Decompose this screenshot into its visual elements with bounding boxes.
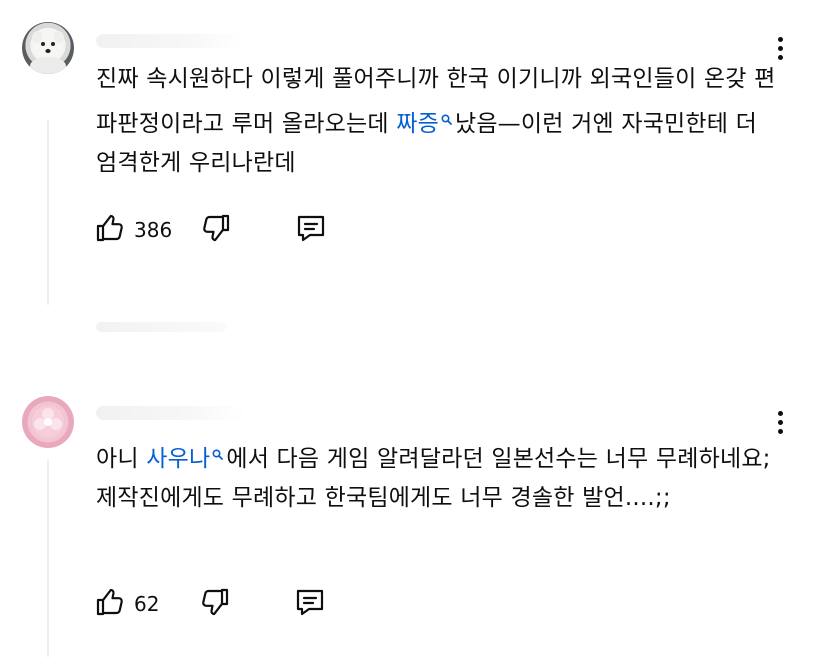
comment-text-part: 아니: [96, 446, 147, 472]
dislike-button[interactable]: [200, 212, 232, 248]
reply-button[interactable]: [294, 211, 328, 249]
comment-reply-icon: [293, 585, 327, 623]
more-vert-icon: [777, 410, 783, 434]
avatar[interactable]: [22, 396, 74, 448]
more-options-button[interactable]: [770, 407, 790, 437]
thumbs-down-icon: [200, 212, 232, 248]
more-vert-icon: [777, 36, 783, 60]
comment-text: 진짜 속시원하다 이렇게 풀어주니까 한국 이기니까 외국인들이 온갖 편파판정…: [96, 60, 776, 183]
thumbs-up-icon: [94, 212, 126, 248]
thumbs-down-icon: [199, 586, 231, 622]
dislike-button[interactable]: [199, 586, 231, 622]
comment-reply-icon: [294, 211, 328, 249]
thumbs-up-icon: [94, 586, 126, 622]
comment-actions: 62: [94, 584, 327, 624]
search-link[interactable]: 짜증: [396, 111, 455, 137]
thread-line: [47, 460, 49, 657]
search-link[interactable]: 사우나: [146, 446, 226, 472]
comment-1: 진짜 속시원하다 이렇게 풀어주니까 한국 이기니까 외국인들이 온갖 편파판정…: [0, 0, 828, 340]
replies-toggle-redacted: [96, 322, 226, 332]
search-lens-icon: [441, 99, 452, 138]
pink-flower-avatar-icon: [32, 406, 64, 438]
comment-2: 아니 사우나 에서 다음 게임 알려달라던 일본선수는 너무 무례하네요; 제작진…: [0, 380, 828, 657]
like-count: 62: [134, 592, 160, 616]
comment-actions: 386: [94, 210, 328, 250]
author-name-redacted: [96, 406, 246, 420]
more-options-button[interactable]: [770, 33, 790, 63]
avatar[interactable]: [22, 22, 74, 74]
white-dog-avatar-icon: [30, 31, 66, 74]
search-link-label: 사우나: [146, 446, 211, 472]
like-count: 386: [134, 218, 173, 242]
reply-button[interactable]: [293, 585, 327, 623]
like-button[interactable]: 62: [94, 586, 159, 622]
thread-line: [47, 120, 49, 305]
like-button[interactable]: 386: [94, 212, 172, 248]
author-name-redacted: [96, 34, 246, 48]
comment-text: 아니 사우나 에서 다음 게임 알려달라던 일본선수는 너무 무례하네요; 제작진…: [96, 434, 776, 518]
search-lens-icon: [212, 434, 224, 473]
search-link-label: 짜증: [396, 111, 439, 137]
